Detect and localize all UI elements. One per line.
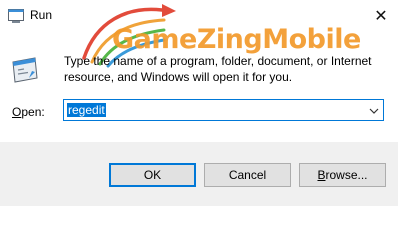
browse-button-label: rowse... (325, 168, 368, 182)
ok-button[interactable]: OK (109, 163, 196, 187)
browse-button[interactable]: Browse... (299, 163, 386, 187)
cancel-button[interactable]: Cancel (204, 163, 291, 187)
watermark-text: GameZingMobile (112, 24, 361, 55)
open-label-text: pen: (21, 105, 45, 119)
open-input-value[interactable]: regedit (67, 103, 106, 117)
dialog-description: Type the name of a program, folder, docu… (64, 54, 372, 84)
open-label-accelerator: O (12, 105, 22, 119)
dropdown-chevron-icon[interactable] (368, 105, 380, 115)
close-button[interactable]: ✕ (364, 0, 398, 32)
run-dialog: Run ✕ GameZingMobile Type the name of a … (0, 0, 398, 206)
close-icon: ✕ (374, 8, 388, 25)
run-app-icon (8, 9, 24, 23)
open-combobox[interactable]: regedit (63, 99, 384, 121)
browse-button-accelerator: B (317, 168, 326, 182)
window-title: Run (30, 8, 53, 22)
run-dialog-icon (10, 52, 44, 86)
open-label: Open: (12, 105, 45, 119)
